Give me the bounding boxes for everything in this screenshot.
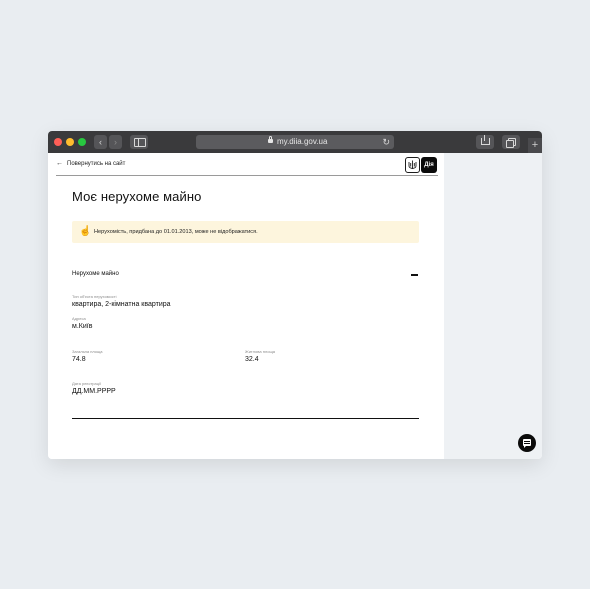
info-notice: ☝ Нерухомість, придбана до 01.01.2013, м…: [72, 221, 419, 243]
sidebar-toggle-button[interactable]: [130, 135, 148, 149]
sidebar-icon: [134, 138, 146, 147]
pointing-hand-icon: ☝: [79, 226, 92, 237]
maximize-window-button[interactable]: [78, 138, 86, 146]
url-text: my.diia.gov.ua: [277, 137, 328, 146]
back-button[interactable]: ‹: [94, 135, 107, 149]
chevron-left-icon: ‹: [99, 137, 102, 147]
side-panel: [444, 153, 542, 459]
address-bar[interactable]: my.diia.gov.ua ↻: [196, 135, 394, 149]
chevron-right-icon: ›: [114, 137, 117, 147]
minimize-window-button[interactable]: [66, 138, 74, 146]
share-button[interactable]: [476, 135, 494, 149]
arrow-left-icon: ←: [56, 160, 63, 167]
page-content: ← Повернутись на сайт Дія Моє нерухоме ма…: [48, 153, 444, 459]
address-value: м.Київ: [72, 323, 93, 330]
reload-icon[interactable]: ↻: [382, 135, 390, 149]
back-to-site-link[interactable]: ← Повернутись на сайт: [56, 159, 125, 169]
lock-icon: [268, 136, 273, 143]
new-tab-button[interactable]: +: [528, 138, 542, 153]
collapse-minus-icon[interactable]: [411, 274, 418, 276]
close-window-button[interactable]: [54, 138, 62, 146]
browser-toolbar: ‹ › my.diia.gov.ua ↻ +: [48, 131, 542, 153]
diia-logo[interactable]: Дія: [421, 157, 437, 173]
forward-button[interactable]: ›: [109, 135, 122, 149]
section-divider: [72, 418, 419, 419]
living-area-value: 32.4: [245, 356, 259, 363]
tab-overview-button[interactable]: [502, 135, 520, 149]
chat-button[interactable]: [518, 434, 536, 452]
notice-text: Нерухомість, придбана до 01.01.2013, мож…: [94, 229, 258, 235]
share-icon: [481, 135, 490, 145]
header-divider: [56, 175, 438, 176]
browser-window: ‹ › my.diia.gov.ua ↻ + ← Повернутись на с…: [48, 131, 542, 459]
back-to-site-label: Повернутись на сайт: [67, 161, 126, 167]
reg-date-value: ДД.ММ.РРРР: [72, 388, 116, 395]
page-title: Моє нерухоме майно: [72, 189, 202, 204]
trident-icon: [405, 157, 420, 173]
section-title: Нерухоме майно: [72, 271, 119, 277]
total-area-value: 74.8: [72, 356, 86, 363]
object-type-value: квартира, 2-кімнатна квартира: [72, 301, 171, 308]
